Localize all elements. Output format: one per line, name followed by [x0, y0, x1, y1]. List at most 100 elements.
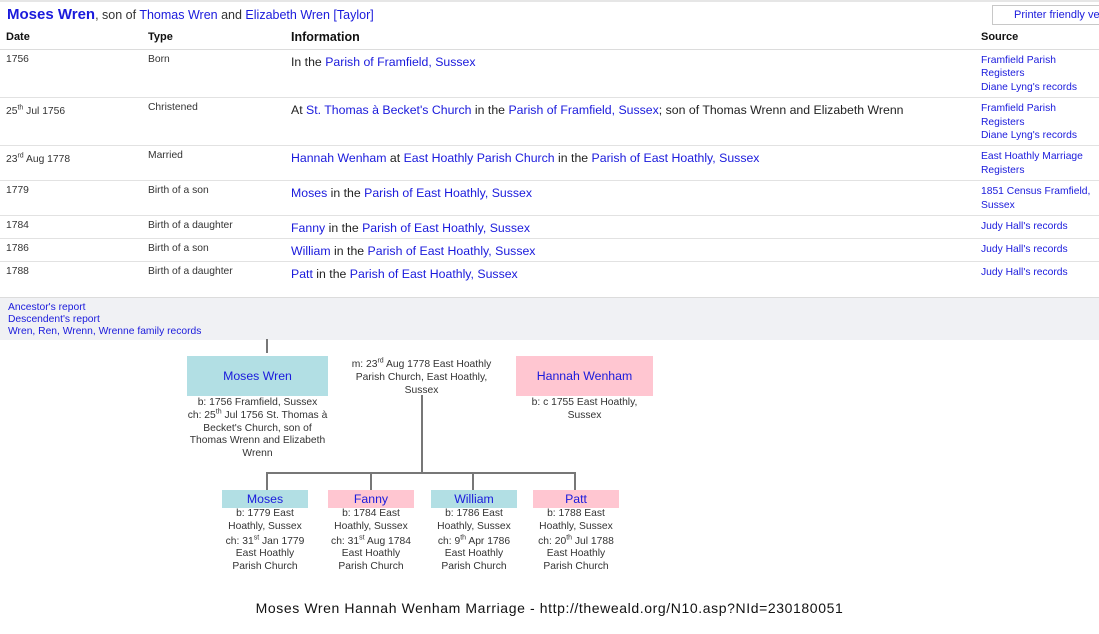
event-source: Judy Hall's records [975, 215, 1099, 240]
child-ch-prefix: ch: 31 [331, 535, 360, 547]
son-of-text: , son of [95, 8, 140, 22]
husband-ancestry-line [266, 339, 268, 353]
family-records-link[interactable]: Wren, Ren, Wrenn, Wrenne family records [8, 326, 201, 337]
child-details: b: 1784 East Hoathly, Sussex ch: 31st Aug… [326, 508, 416, 574]
table-row: 1788 Birth of a daughter Patt in the Paris… [0, 261, 1099, 299]
information-link[interactable]: Parish of East Hoathly, Sussex [368, 244, 536, 258]
descendents-report-link[interactable]: Descendent's report [8, 314, 100, 325]
information-text: in the [327, 186, 365, 201]
event-source: Judy Hall's records [975, 238, 1099, 263]
information-link[interactable]: East Hoathly Parish Church [404, 151, 555, 165]
events-table-body: 1756 Born In the Parish of Framfield, Suss… [0, 49, 1099, 299]
source-column-header: Source [975, 27, 1099, 50]
marriage-descent-line [421, 395, 423, 474]
child-details: b: 1788 East Hoathly, Sussex ch: 20th Jul… [531, 508, 621, 574]
family-tree: Moses Wren b: 1756 Framfield, Sussex ch:… [0, 339, 1099, 589]
child-ch-prefix: ch: 20 [538, 535, 567, 547]
child-christened-text: ch: 20th Jul 1788 East Hoathly Parish Ch… [531, 534, 621, 574]
child-name-link[interactable]: Fanny [354, 492, 388, 506]
father-link[interactable]: Thomas Wren [139, 8, 217, 22]
child-name-link[interactable]: Patt [565, 492, 587, 506]
source-link[interactable]: Diane Lyng's records [981, 129, 1093, 142]
event-type: Born [142, 49, 285, 99]
information-text: in the [471, 103, 509, 118]
wife-box[interactable]: Hannah Wenham [516, 356, 653, 396]
reports-panel: Ancestor's report Descendent's report Wr… [0, 297, 1099, 340]
information-link[interactable]: William [291, 244, 331, 258]
event-date: 1786 [0, 238, 142, 263]
event-source: East Hoathly Marriage Registers [975, 145, 1099, 182]
information-link[interactable]: Parish of East Hoathly, Sussex [364, 186, 532, 200]
child-box[interactable]: Fanny [328, 490, 414, 508]
event-type: Married [142, 145, 285, 182]
child-ch-prefix: ch: 31 [225, 535, 254, 547]
table-row: 25th Jul 1756 Christened At St. Thomas à B… [0, 97, 1099, 147]
child-name-link[interactable]: Moses [247, 492, 283, 506]
husband-name-link[interactable]: Moses Wren [223, 369, 292, 383]
information-text: in the [325, 221, 363, 236]
event-source: Framfield Parish Registers Diane Lyng's r… [975, 97, 1099, 147]
source-link[interactable]: Judy Hall's records [981, 220, 1093, 233]
event-date: 1779 [0, 180, 142, 217]
event-information: Patt in the Parish of East Hoathly, Suss… [285, 261, 975, 299]
printer-friendly-link[interactable]: Printer friendly version [992, 5, 1099, 25]
source-link[interactable]: 1851 Census Framfield, Sussex [981, 185, 1093, 212]
event-source: Judy Hall's records [975, 261, 1099, 299]
information-link[interactable]: Parish of East Hoathly, Sussex [592, 151, 760, 165]
event-information: Moses in the Parish of East Hoathly, Sus… [285, 180, 975, 217]
source-link[interactable]: Judy Hall's records [981, 243, 1093, 256]
event-date: 1784 [0, 215, 142, 240]
information-link[interactable]: Hannah Wenham [291, 151, 386, 165]
child-box[interactable]: Patt [533, 490, 619, 508]
husband-christened-text: ch: 25th Jul 1756 St. Thomas à Becket's … [187, 408, 328, 461]
source-link[interactable]: Framfield Parish Registers [981, 102, 1093, 129]
information-text: at [386, 151, 404, 166]
source-link[interactable]: Judy Hall's records [981, 266, 1093, 279]
information-link[interactable]: Parish of Framfield, Sussex [508, 103, 658, 117]
information-column-header: Information [285, 27, 975, 50]
child-3-drop-line [472, 472, 474, 490]
table-row: 23rd Aug 1778 Married Hannah Wenham at Eas… [0, 145, 1099, 182]
information-text: ; son of Thomas Wrenn and Elizabeth Wren… [658, 103, 904, 118]
source-link[interactable]: East Hoathly Marriage Registers [981, 150, 1093, 177]
event-type: Birth of a daughter [142, 215, 285, 240]
wife-details: b: c 1755 East Hoathly, Sussex [516, 397, 653, 423]
event-date-rest: Jul 1756 [23, 106, 66, 118]
information-link[interactable]: Fanny [291, 221, 325, 235]
information-link[interactable]: Moses [291, 186, 327, 200]
person-name-link[interactable]: Moses Wren [7, 6, 95, 23]
information-text: in the [554, 151, 592, 166]
child-details: b: 1779 East Hoathly, Sussex ch: 31st Jan… [220, 508, 310, 574]
information-text: In the [291, 55, 326, 69]
events-table: Date Type Information Source 1756 Born In … [0, 27, 1099, 299]
source-link[interactable]: Diane Lyng's records [981, 81, 1093, 94]
table-row: 1779 Birth of a son Moses in the Parish of… [0, 180, 1099, 217]
and-text: and [217, 8, 246, 22]
wife-name-link[interactable]: Hannah Wenham [537, 369, 632, 383]
event-type: Christened [142, 97, 285, 147]
type-column-header: Type [142, 27, 285, 50]
information-link[interactable]: Parish of East Hoathly, Sussex [362, 221, 530, 235]
mother-link[interactable]: Elizabeth Wren [Taylor] [245, 8, 373, 22]
page: Moses Wren, son of Thomas Wren and Eliza… [0, 0, 1099, 634]
event-type: Birth of a daughter [142, 261, 285, 299]
husband-box[interactable]: Moses Wren [187, 356, 328, 396]
information-link[interactable]: Parish of East Hoathly, Sussex [350, 267, 518, 281]
child-born-text: b: 1779 East Hoathly, Sussex [228, 508, 302, 532]
child-2-drop-line [370, 472, 372, 490]
information-link[interactable]: St. Thomas à Becket's Church [306, 103, 471, 117]
information-link[interactable]: Patt [291, 267, 313, 281]
person-title-line: Moses Wren, son of Thomas Wren and Eliza… [7, 6, 374, 23]
ancestors-report-link[interactable]: Ancestor's report [8, 302, 86, 313]
child-box[interactable]: William [431, 490, 517, 508]
husband-born-text: b: 1756 Framfield, Sussex [197, 397, 318, 408]
information-link[interactable]: Parish of Framfield, Sussex [325, 55, 475, 69]
table-row: 1756 Born In the Parish of Framfield, Suss… [0, 49, 1099, 99]
child-box[interactable]: Moses [222, 490, 308, 508]
information-text: At [291, 103, 307, 118]
husband-details: b: 1756 Framfield, Sussex ch: 25th Jul 1… [187, 397, 328, 461]
event-date-day: 25 [6, 106, 18, 118]
event-date-rest: Aug 1778 [23, 154, 71, 166]
child-name-link[interactable]: William [454, 492, 494, 506]
source-link[interactable]: Framfield Parish Registers [981, 54, 1093, 81]
